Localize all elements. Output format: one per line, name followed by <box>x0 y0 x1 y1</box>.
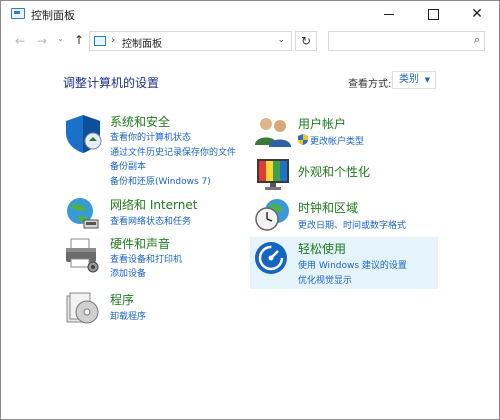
printer-icon[interactable] <box>63 237 101 273</box>
minimize-icon <box>384 13 394 15</box>
category-title-hardware-sound[interactable]: 硬件和声音 <box>110 235 170 252</box>
category-title-programs[interactable]: 程序 <box>110 291 134 308</box>
title-bar[interactable]: 控制面板 ✕ <box>1 1 499 27</box>
category-hardware-sound: 硬件和声音 查看设备和打印机 添加设备 <box>63 235 263 283</box>
back-button[interactable]: ← <box>15 34 25 48</box>
recent-locations-button[interactable]: ⌄ <box>57 34 64 43</box>
close-button[interactable]: ✕ <box>455 1 499 27</box>
category-appearance: 外观和个性化 <box>253 157 443 195</box>
maximize-icon <box>427 8 439 20</box>
link-optimize-visual-display[interactable]: 优化视觉显示 <box>298 273 352 286</box>
category-title-appearance[interactable]: 外观和个性化 <box>298 163 370 180</box>
navigation-bar: ← → ⌄ ↑ › 控制面板 ⌄ ↻ ⌕ <box>1 27 499 57</box>
link-backup-copy[interactable]: 备份副本 <box>110 159 146 172</box>
forward-button[interactable]: → <box>37 34 47 48</box>
link-backup-restore[interactable]: 备份和还原(Windows 7) <box>110 174 211 187</box>
minimize-button[interactable] <box>367 1 411 27</box>
shield-icon[interactable] <box>63 113 103 155</box>
link-devices-printers[interactable]: 查看设备和打印机 <box>110 252 182 265</box>
view-mode-label: 查看方式: <box>348 79 392 90</box>
link-view-computer-status[interactable]: 查看你的计算机状态 <box>110 130 191 143</box>
category-network-internet: 网络和 Internet 查看网络状态和任务 <box>63 196 263 232</box>
chevron-down-icon[interactable]: ⌄ <box>277 35 285 45</box>
network-globe-icon[interactable] <box>64 196 100 230</box>
view-mode-value: 类别 <box>399 74 419 85</box>
link-network-status[interactable]: 查看网络状态和任务 <box>110 214 191 227</box>
category-title-network-internet[interactable]: 网络和 Internet <box>110 196 197 213</box>
view-mode-dropdown[interactable]: 类别 ▼ <box>392 71 436 89</box>
link-change-account-type[interactable]: 更改帐户类型 <box>310 134 364 147</box>
category-ease-of-access[interactable]: 轻松使用 使用 Windows 建议的设置 优化视觉显示 <box>250 237 438 289</box>
link-change-date-time-format[interactable]: 更改日期、时间或数字格式 <box>298 218 406 231</box>
control-panel-window: 控制面板 ✕ ← → ⌄ ↑ › 控制面板 ⌄ ↻ ⌕ 调整计算机的设置 查看方… <box>0 0 500 420</box>
category-title-system-security[interactable]: 系统和安全 <box>110 113 170 130</box>
control-panel-icon <box>11 8 25 19</box>
uac-shield-icon <box>298 134 308 145</box>
refresh-icon: ↻ <box>300 34 312 48</box>
link-uninstall-program[interactable]: 卸载程序 <box>110 309 146 322</box>
programs-disc-icon[interactable] <box>65 290 101 326</box>
link-file-history[interactable]: 通过文件历史记录保存你的文件 <box>110 145 236 158</box>
category-title-user-accounts[interactable]: 用户帐户 <box>298 115 346 132</box>
link-recommended-settings[interactable]: 使用 Windows 建议的设置 <box>298 258 407 271</box>
category-user-accounts: 用户帐户 更改帐户类型 <box>253 115 443 151</box>
close-icon: ✕ <box>471 6 483 22</box>
caret-down-icon: ▼ <box>424 76 430 84</box>
category-title-clock-region[interactable]: 时钟和区域 <box>298 199 358 216</box>
refresh-button[interactable]: ↻ <box>295 31 317 51</box>
clock-globe-icon[interactable] <box>253 197 293 233</box>
search-icon: ⌕ <box>473 33 480 46</box>
maximize-button[interactable] <box>411 1 455 27</box>
window-title: 控制面板 <box>31 9 75 22</box>
search-input[interactable]: ⌕ <box>328 31 485 51</box>
category-system-security: 系统和安全 查看你的计算机状态 通过文件历史记录保存你的文件 备份副本 备份和还… <box>63 113 263 193</box>
category-clock-region: 时钟和区域 更改日期、时间或数字格式 <box>253 197 453 233</box>
category-title-ease-of-access[interactable]: 轻松使用 <box>298 240 346 257</box>
ease-of-access-icon <box>255 242 287 274</box>
up-button[interactable]: ↑ <box>74 33 84 47</box>
page-title: 调整计算机的设置 <box>63 76 160 90</box>
monitor-icon[interactable] <box>253 157 293 193</box>
address-bar[interactable]: › 控制面板 ⌄ <box>89 31 292 51</box>
category-programs: 程序 卸载程序 <box>63 290 263 328</box>
link-add-device[interactable]: 添加设备 <box>110 266 146 279</box>
breadcrumb-separator-icon[interactable]: › <box>111 35 115 46</box>
control-panel-icon <box>94 36 106 46</box>
breadcrumb-item[interactable]: 控制面板 <box>122 35 162 50</box>
users-icon[interactable] <box>253 115 293 149</box>
